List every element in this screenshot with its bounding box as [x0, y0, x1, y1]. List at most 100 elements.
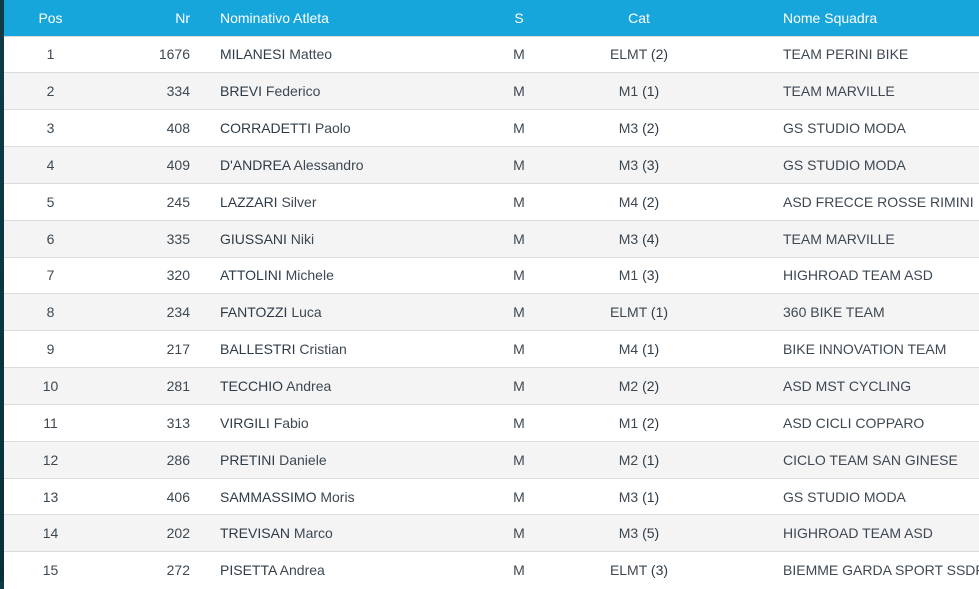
table-row[interactable]: 13 406 SAMMASSIMO Moris M M3 (1) GS STUDIO MO… [4, 477, 979, 515]
cell-bib-number: 281 [97, 367, 194, 405]
category-code: M3 [618, 230, 639, 247]
page-background: Pos Nr Nominativo Atleta S Cat Nome Squa… [0, 0, 979, 589]
cell-athlete-name[interactable]: BREVI Federico [194, 72, 494, 110]
results-table: Pos Nr Nominativo Atleta S Cat Nome Squa… [4, 0, 979, 589]
table-row[interactable]: 5 245 LAZZARI Silver M M4 (2) ASD FRECCE ROSS… [4, 182, 979, 221]
table-row[interactable]: 6 335 GIUSSANI Niki M M3 (4) TEAM MARVILLE [4, 219, 979, 258]
category-code: M3 [618, 156, 639, 173]
category-rank: (1) [642, 451, 660, 468]
cell-sex: M [494, 477, 544, 515]
cell-team-name[interactable]: ASD CICLI COPPARO [734, 403, 979, 442]
cell-sex: M [494, 330, 544, 368]
cell-athlete-name[interactable]: TREVISAN Marco [194, 514, 494, 552]
cell-category: M1 (3) [544, 256, 734, 294]
cell-pos: 3 [4, 109, 97, 147]
category-code: M3 [618, 120, 639, 137]
cell-bib-number: 409 [97, 146, 194, 184]
cell-athlete-name[interactable]: LAZZARI Silver [194, 182, 494, 221]
header-nr[interactable]: Nr [97, 0, 194, 36]
cell-bib-number: 334 [97, 72, 194, 110]
header-athlete-name[interactable]: Nominativo Atleta [194, 0, 494, 36]
athlete-surname: GIUSSANI [220, 230, 287, 247]
table-row[interactable]: 8 234 FANTOZZI Luca M ELMT (1) 360 BIKE TEAM [4, 293, 979, 331]
cell-team-name[interactable]: GS STUDIO MODA [734, 477, 979, 515]
cell-team-name[interactable]: TEAM PERINI BIKE [734, 35, 979, 73]
category-code: M4 [618, 341, 639, 358]
cell-athlete-name[interactable]: GIUSSANI Niki [194, 219, 494, 258]
table-row[interactable]: 10 281 TECCHIO Andrea M M2 (2) ASD MST CYCLIN… [4, 367, 979, 405]
table-row[interactable]: 12 286 PRETINI Daniele M M2 (1) CICLO TEAM SA… [4, 440, 979, 479]
category-rank: (2) [642, 193, 660, 210]
category-rank: (2) [642, 120, 660, 137]
cell-category: M2 (2) [544, 367, 734, 405]
table-row[interactable]: 7 320 ATTOLINI Michele M M1 (3) HIGHROAD TEAM… [4, 256, 979, 294]
athlete-surname: BREVI [220, 83, 263, 100]
cell-athlete-name[interactable]: FANTOZZI Luca [194, 293, 494, 331]
cell-pos: 7 [4, 256, 97, 294]
athlete-first-name: Federico [265, 83, 321, 100]
cell-athlete-name[interactable]: ATTOLINI Michele [194, 256, 494, 294]
cell-athlete-name[interactable]: D'ANDREA Alessandro [194, 146, 494, 184]
cell-category: M2 (1) [544, 440, 734, 479]
cell-team-name[interactable]: CICLO TEAM SAN GINESE [734, 440, 979, 479]
cell-category: ELMT (3) [544, 551, 734, 589]
cell-team-name[interactable]: HIGHROAD TEAM ASD [734, 514, 979, 552]
cell-athlete-name[interactable]: PISETTA Andrea [194, 551, 494, 589]
table-row[interactable]: 9 217 BALLESTRI Cristian M M4 (1) BIKE INNOVA… [4, 330, 979, 368]
table-row[interactable]: 14 202 TREVISAN Marco M M3 (5) HIGHROAD TEAM … [4, 514, 979, 552]
cell-category: M4 (2) [544, 182, 734, 221]
cell-team-name[interactable]: 360 BIKE TEAM [734, 293, 979, 331]
header-sex[interactable]: S [494, 0, 544, 36]
category-rank: (1) [650, 304, 669, 321]
athlete-surname: CORRADETTI [220, 120, 311, 137]
cell-team-name[interactable]: TEAM MARVILLE [734, 72, 979, 110]
cell-athlete-name[interactable]: PRETINI Daniele [194, 440, 494, 479]
cell-athlete-name[interactable]: BALLESTRI Cristian [194, 330, 494, 368]
category-code: ELMT [609, 46, 648, 63]
table-row[interactable]: 1 1676 MILANESI Matteo M ELMT (2) TEAM PERINI… [4, 35, 979, 73]
cell-bib-number: 286 [97, 440, 194, 479]
category-rank: (3) [650, 562, 669, 579]
cell-team-name[interactable]: HIGHROAD TEAM ASD [734, 256, 979, 294]
cell-category: M4 (1) [544, 330, 734, 368]
cell-pos: 15 [4, 551, 97, 589]
header-pos[interactable]: Pos [4, 0, 97, 36]
cell-sex: M [494, 551, 544, 589]
cell-athlete-name[interactable]: VIRGILI Fabio [194, 403, 494, 442]
cell-team-name[interactable]: BIEMME GARDA SPORT SSDRL [734, 551, 979, 589]
cell-athlete-name[interactable]: TECCHIO Andrea [194, 367, 494, 405]
cell-athlete-name[interactable]: CORRADETTI Paolo [194, 109, 494, 147]
cell-team-name[interactable]: BIKE INNOVATION TEAM [734, 330, 979, 368]
table-row[interactable]: 4 409 D'ANDREA Alessandro M M3 (3) GS STUDIO … [4, 146, 979, 184]
athlete-surname: FANTOZZI [220, 304, 288, 321]
table-row[interactable]: 15 272 PISETTA Andrea M ELMT (3) BIEMME GARDA… [4, 551, 979, 589]
cell-sex: M [494, 514, 544, 552]
cell-pos: 11 [4, 403, 97, 442]
header-row: Pos Nr Nominativo Atleta S Cat Nome Squa… [4, 0, 979, 36]
athlete-first-name: Matteo [289, 46, 333, 63]
cell-bib-number: 217 [97, 330, 194, 368]
cell-category: M3 (1) [544, 477, 734, 515]
cell-pos: 8 [4, 293, 97, 331]
table-row[interactable]: 11 313 VIRGILI Fabio M M1 (2) ASD CICLI COPPA… [4, 403, 979, 442]
cell-team-name[interactable]: GS STUDIO MODA [734, 109, 979, 147]
cell-athlete-name[interactable]: SAMMASSIMO Moris [194, 477, 494, 515]
athlete-first-name: Cristian [299, 341, 347, 358]
category-code: ELMT [609, 304, 648, 321]
cell-athlete-name[interactable]: MILANESI Matteo [194, 35, 494, 73]
cell-category: ELMT (2) [544, 35, 734, 73]
athlete-surname: VIRGILI [220, 414, 270, 431]
header-category[interactable]: Cat [544, 0, 734, 36]
table-row[interactable]: 2 334 BREVI Federico M M1 (1) TEAM MARVILLE [4, 72, 979, 110]
cell-team-name[interactable]: ASD MST CYCLING [734, 367, 979, 405]
cell-team-name[interactable]: GS STUDIO MODA [734, 146, 979, 184]
athlete-surname: ATTOLINI [220, 267, 282, 284]
table-row[interactable]: 3 408 CORRADETTI Paolo M M3 (2) GS STUDIO MOD… [4, 109, 979, 147]
cell-team-name[interactable]: ASD FRECCE ROSSE RIMINI [734, 182, 979, 221]
cell-team-name[interactable]: TEAM MARVILLE [734, 219, 979, 258]
header-team-name[interactable]: Nome Squadra [734, 0, 979, 36]
cell-bib-number: 234 [97, 293, 194, 331]
cell-pos: 12 [4, 440, 97, 479]
athlete-first-name: Niki [290, 230, 315, 247]
cell-sex: M [494, 72, 544, 110]
